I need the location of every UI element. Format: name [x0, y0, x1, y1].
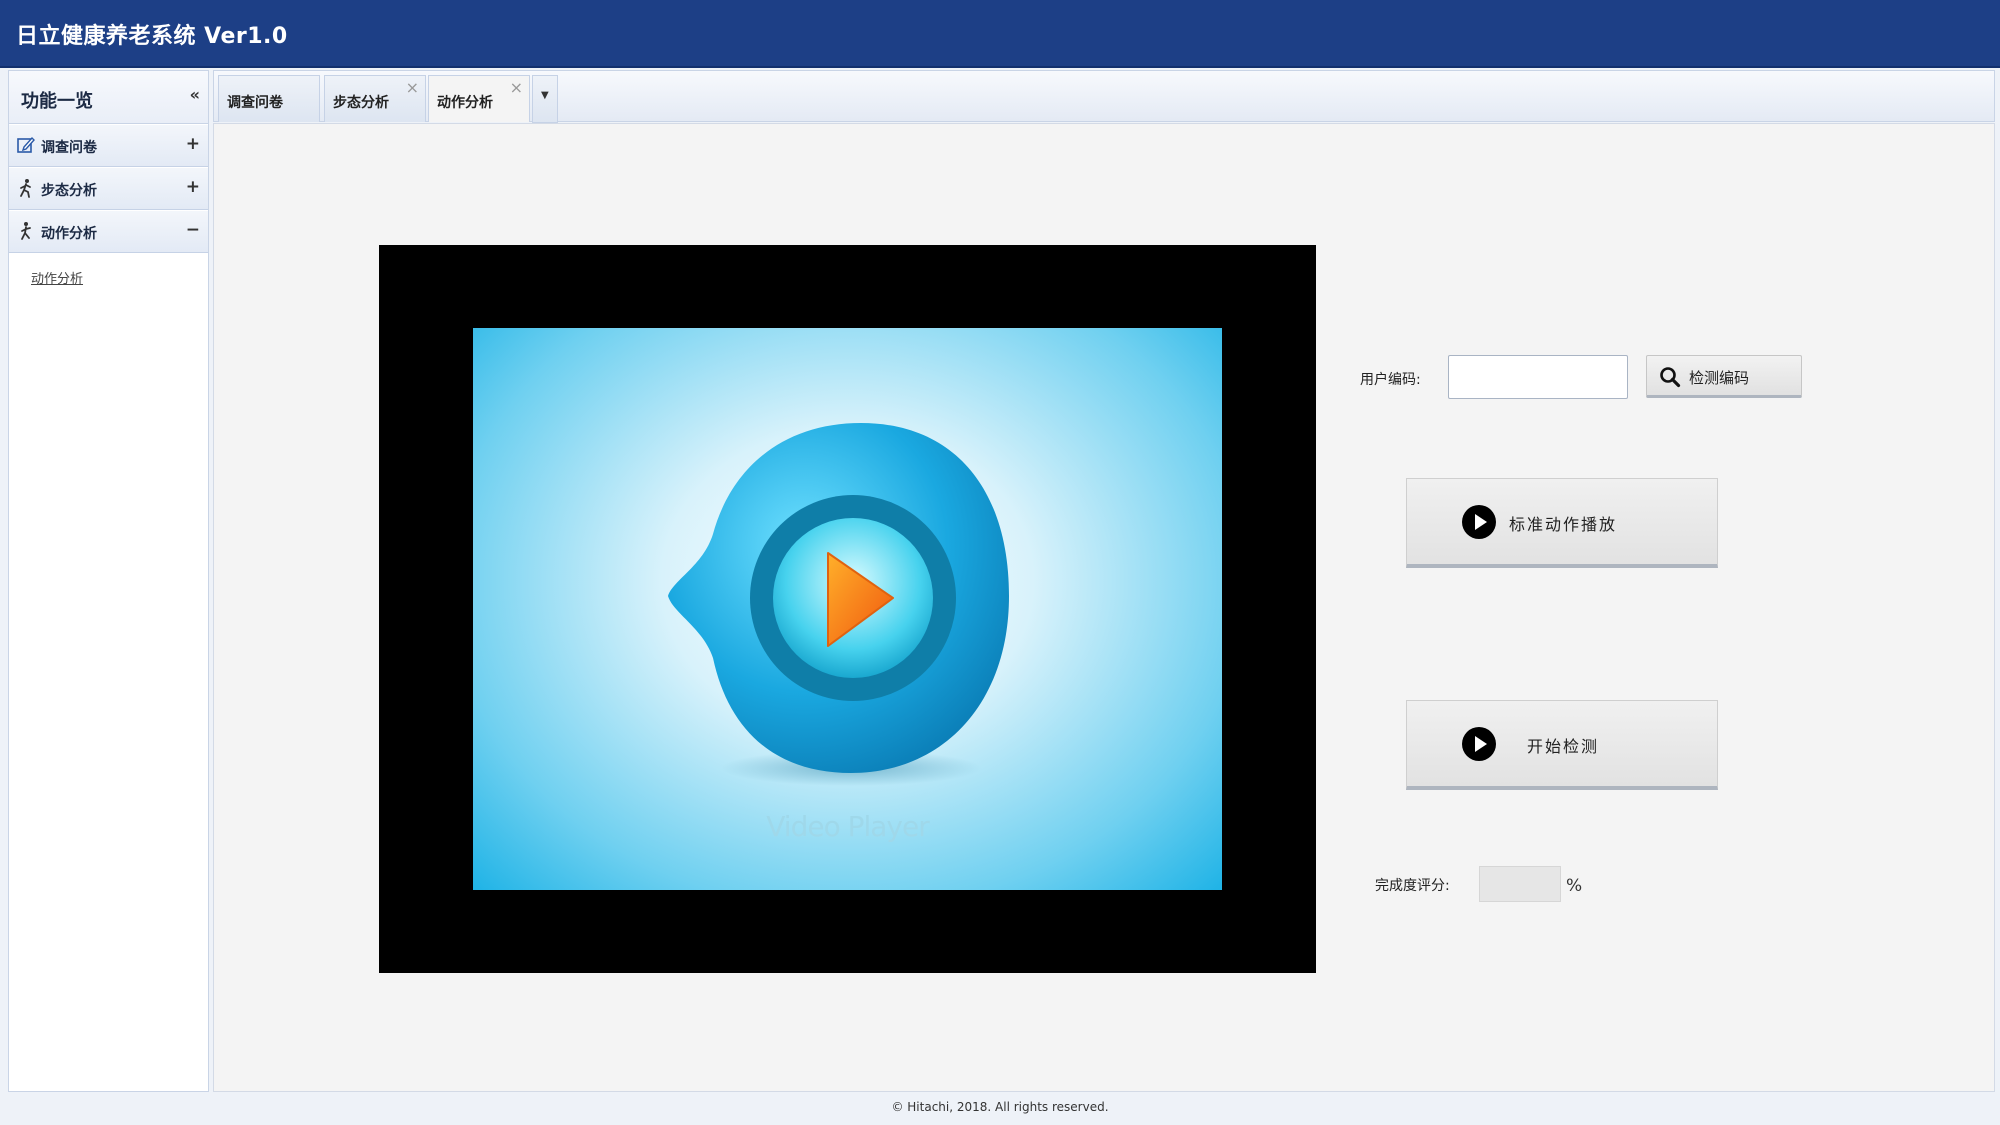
completion-score-field [1479, 866, 1561, 902]
content-panel: Video Player 用户编码: 检测编码 标准动作播放 开始检测 完成度评… [213, 123, 1995, 1092]
tab-list-dropdown[interactable]: ▼ [532, 75, 558, 123]
sidebar-item-gait-analysis[interactable]: 步态分析 + [9, 167, 208, 210]
user-code-input[interactable] [1448, 355, 1628, 399]
app-header: 日立健康养老系统 Ver1.0 [0, 0, 2000, 68]
tab-label: 调查问卷 [227, 95, 283, 111]
video-player[interactable]: Video Player [379, 245, 1316, 973]
user-code-label: 用户编码: [1360, 372, 1421, 388]
play-icon [1461, 726, 1497, 766]
completion-score-label: 完成度评分: [1375, 878, 1450, 894]
percent-sign: % [1566, 876, 1583, 896]
tab-gait-analysis[interactable]: 步态分析 × [324, 75, 426, 122]
video-player-logo-icon [668, 423, 1009, 786]
sidebar-header: 功能一览 « [9, 71, 208, 124]
close-icon[interactable]: × [406, 78, 419, 97]
collapse-sidebar-icon[interactable]: « [190, 85, 200, 104]
tab-label: 步态分析 [333, 95, 389, 111]
close-icon[interactable]: × [510, 78, 523, 97]
tab-bar: 调查问卷 步态分析 × 动作分析 × ▼ [213, 70, 1995, 123]
video-screen[interactable]: Video Player [473, 328, 1222, 890]
sidebar-title: 功能一览 [21, 91, 93, 112]
check-code-label: 检测编码 [1689, 369, 1750, 387]
sidebar-item-motion-analysis[interactable]: 动作分析 − [9, 210, 208, 253]
search-icon [1659, 366, 1681, 392]
collapse-icon[interactable]: − [186, 220, 200, 240]
sidebar-item-label: 调查问卷 [41, 140, 97, 156]
start-detection-label: 开始检测 [1527, 737, 1600, 756]
video-player-caption: Video Player [766, 810, 929, 843]
walking-person-icon [16, 178, 36, 198]
standard-action-play-label: 标准动作播放 [1509, 515, 1618, 534]
walking-person-icon [16, 221, 36, 241]
tab-survey[interactable]: 调查问卷 [218, 75, 320, 122]
tab-label: 动作分析 [437, 95, 493, 111]
expand-icon[interactable]: + [186, 134, 200, 154]
chevron-down-icon: ▼ [541, 90, 549, 101]
edit-icon [16, 135, 36, 155]
standard-action-play-button[interactable]: 标准动作播放 [1406, 478, 1718, 568]
start-detection-button[interactable]: 开始检测 [1406, 700, 1718, 790]
sidebar-item-label: 动作分析 [41, 226, 97, 242]
play-icon [1461, 504, 1497, 544]
app-title: 日立健康养老系统 Ver1.0 [16, 24, 288, 49]
footer-copyright: © Hitachi, 2018. All rights reserved. [891, 1100, 1109, 1114]
check-code-button[interactable]: 检测编码 [1646, 355, 1802, 398]
sidebar-item-survey[interactable]: 调查问卷 + [9, 124, 208, 167]
tab-motion-analysis[interactable]: 动作分析 × [428, 75, 530, 122]
expand-icon[interactable]: + [186, 177, 200, 197]
submenu-item-motion-analysis[interactable]: 动作分析 [31, 268, 83, 287]
sidebar: 功能一览 « 调查问卷 + 步态分析 + 动作分析 − 动作分析 [8, 70, 209, 1092]
sidebar-item-label: 步态分析 [41, 183, 97, 199]
